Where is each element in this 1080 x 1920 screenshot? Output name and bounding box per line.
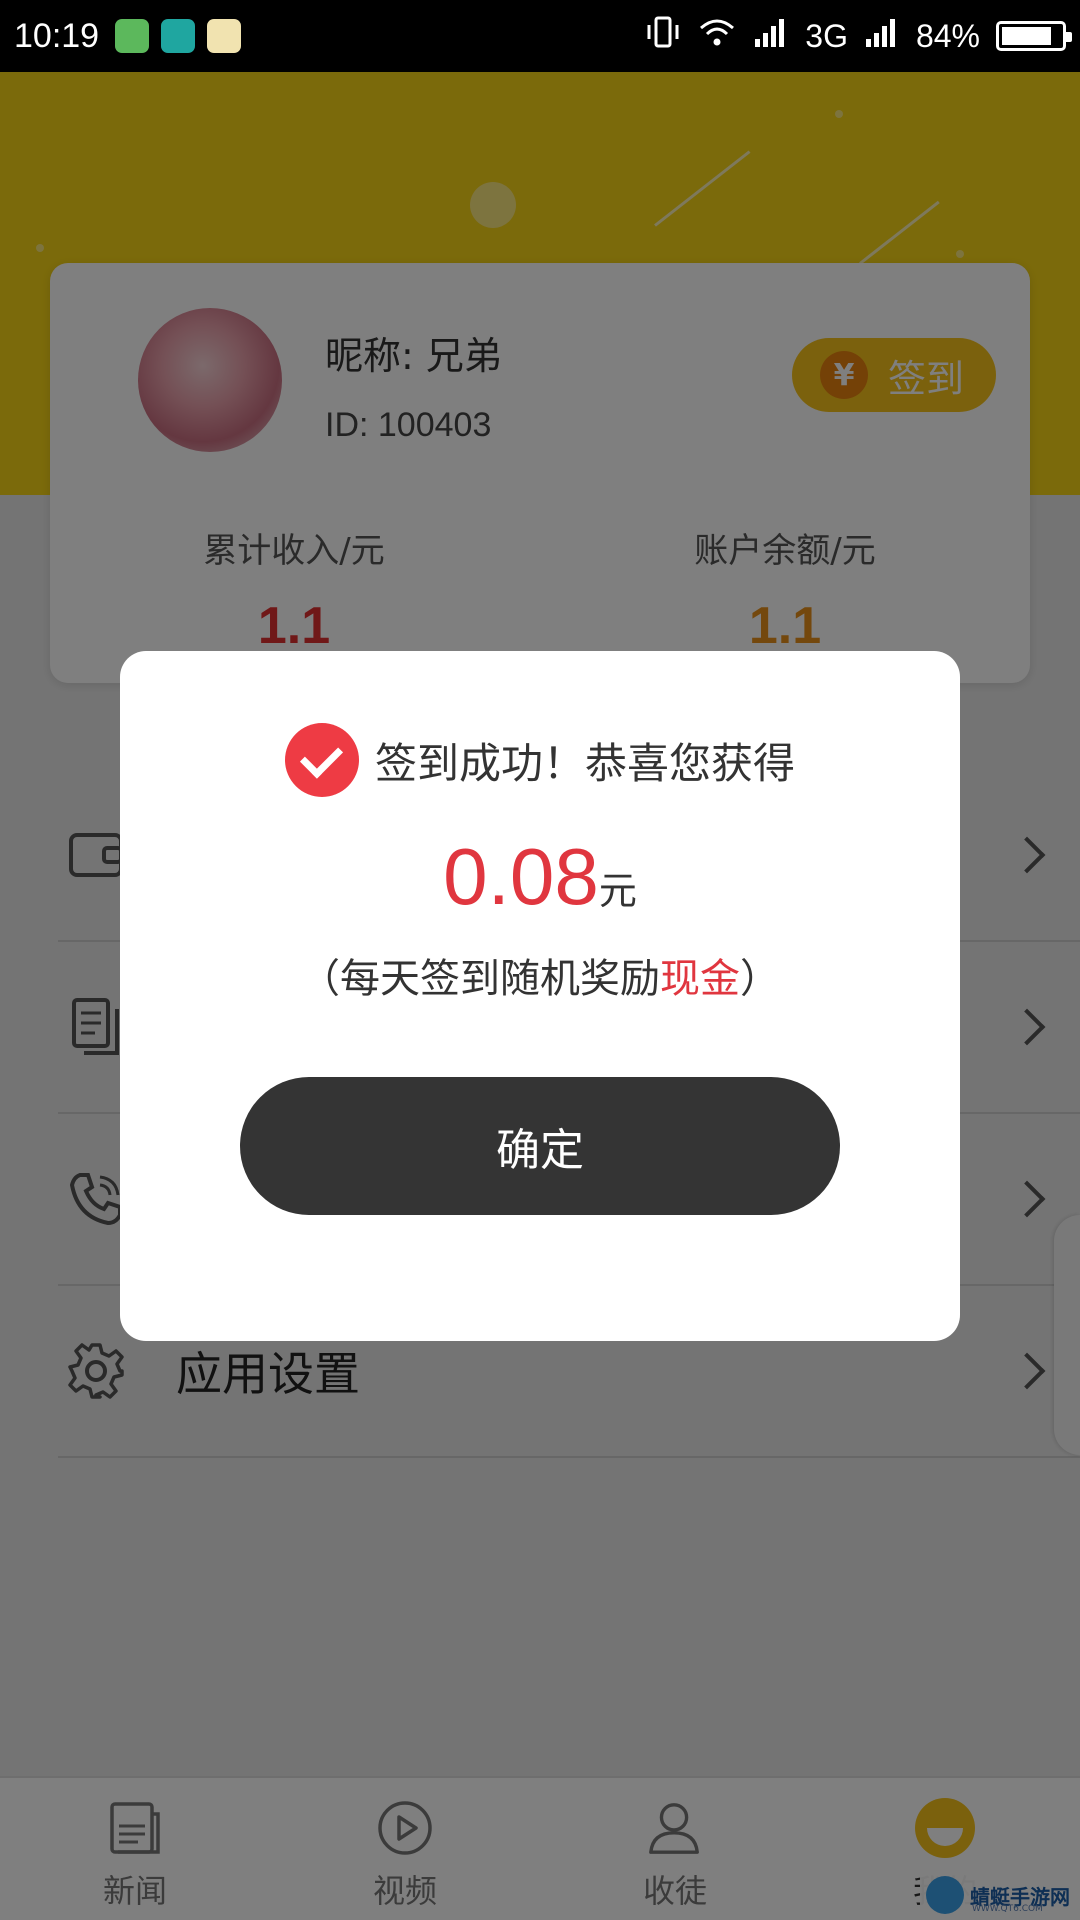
- reward-amount-unit: 元: [598, 869, 637, 913]
- battery-icon: [996, 21, 1072, 51]
- check-icon: [284, 723, 359, 797]
- status-indicators: 3G 84%: [645, 15, 1072, 57]
- network-type: 3G: [805, 17, 848, 54]
- dialog-headline-text: 签到成功！恭喜您获得: [374, 738, 795, 788]
- status-bar: 10:19 3G 84%: [0, 0, 1080, 72]
- reward-amount-value: 0.08: [443, 832, 599, 921]
- signal-icon-2: [864, 17, 900, 55]
- dialog-headline: 签到成功！恭喜您获得: [120, 723, 960, 797]
- confirm-button[interactable]: 确定: [240, 1077, 840, 1215]
- reward-amount: 0.08元: [120, 831, 960, 923]
- vibrate-icon: [645, 15, 681, 57]
- wifi-icon: [697, 16, 737, 56]
- reward-note-suffix: ）: [740, 956, 780, 1002]
- signal-icon: [753, 17, 789, 55]
- scanner-app-icon: [161, 19, 196, 53]
- reward-note: （每天签到随机奖励现金）: [120, 946, 960, 1004]
- reward-note-highlight: 现金: [660, 956, 740, 1002]
- status-app-icons: [115, 19, 242, 53]
- signin-success-dialog: 签到成功！恭喜您获得 0.08元 （每天签到随机奖励现金） 确定: [120, 651, 960, 1341]
- status-time: 10:19: [14, 16, 100, 55]
- sogou-app-icon: [207, 19, 242, 53]
- reward-note-prefix: （每天签到随机奖励: [300, 956, 660, 1002]
- shield-app-icon: [115, 19, 150, 53]
- battery-percent: 84%: [915, 17, 980, 54]
